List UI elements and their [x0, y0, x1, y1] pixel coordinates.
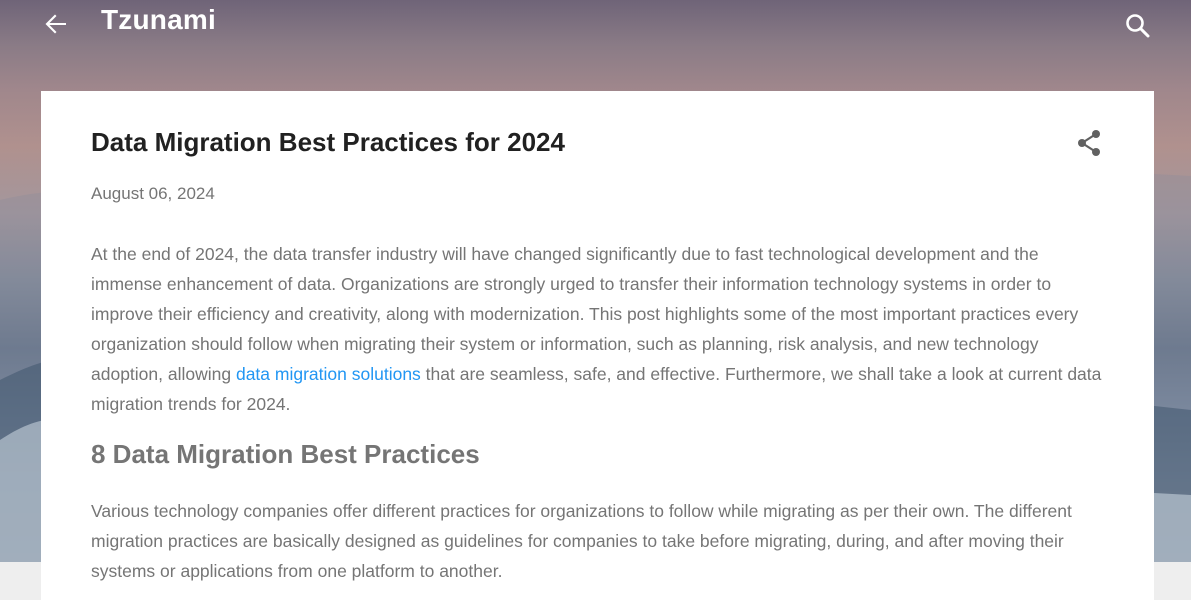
data-migration-solutions-link[interactable]: data migration solutions — [236, 364, 421, 384]
back-button[interactable] — [40, 8, 72, 40]
section-heading: 8 Data Migration Best Practices — [91, 439, 480, 469]
share-icon — [1078, 130, 1100, 156]
post-intro-paragraph: At the end of 2024, the data transfer in… — [91, 239, 1111, 419]
search-icon — [1126, 14, 1150, 38]
search-button[interactable] — [1122, 10, 1154, 42]
section-paragraph: Various technology companies offer diffe… — [91, 501, 1072, 581]
arrow-left-icon — [45, 14, 66, 34]
blog-header: Tzunami — [0, 0, 1191, 56]
post-date: August 06, 2024 — [91, 184, 215, 203]
post-card: Data Migration Best Practices for 2024 A… — [41, 91, 1154, 600]
post-title: Data Migration Best Practices for 2024 — [91, 127, 565, 157]
blog-title[interactable]: Tzunami — [101, 4, 216, 36]
intro-text-before-link: At the end of 2024, the data transfer in… — [91, 244, 1079, 384]
share-button[interactable] — [1073, 127, 1105, 159]
